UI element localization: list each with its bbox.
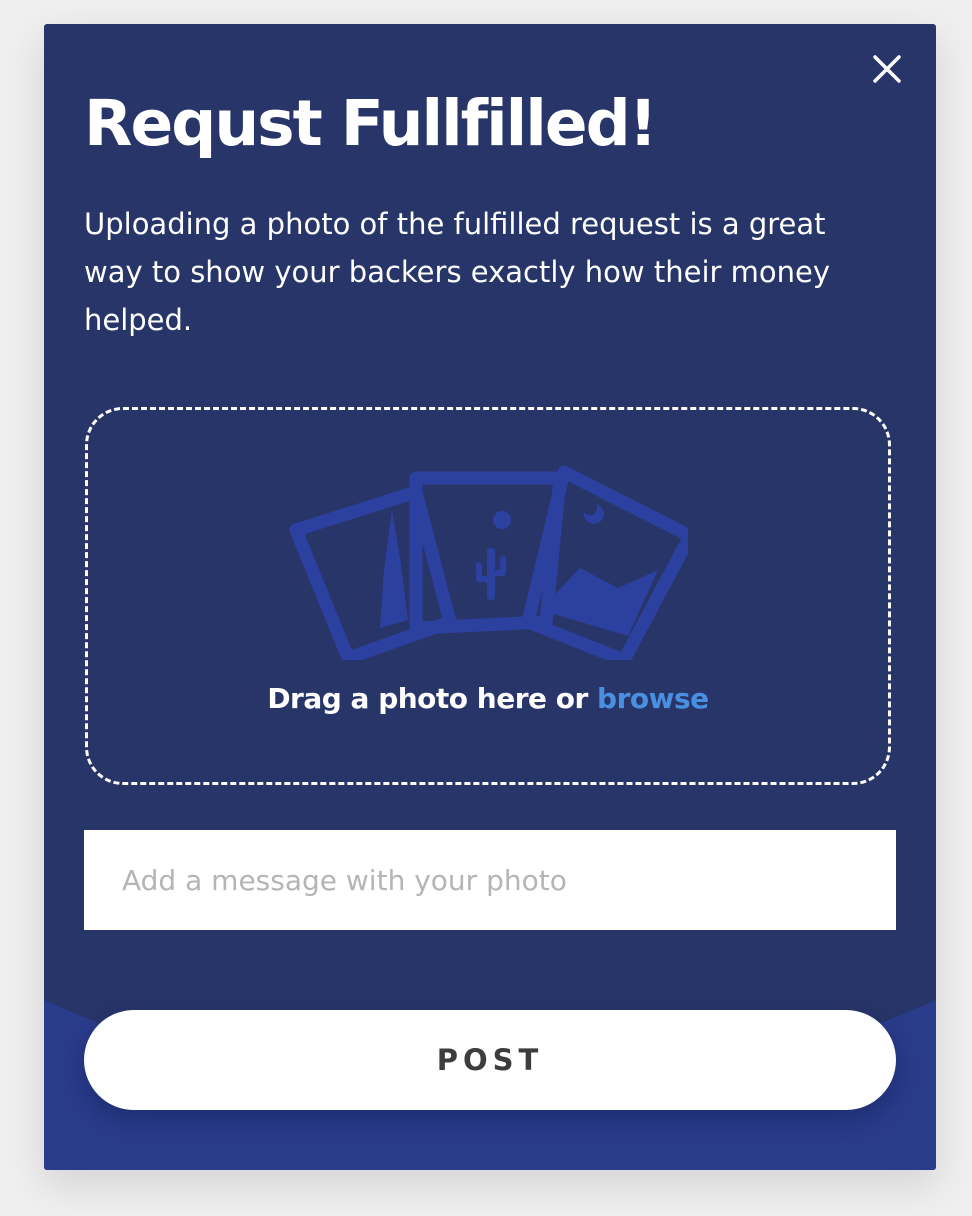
photos-icon xyxy=(289,465,688,660)
dropzone-text: Drag a photo here or xyxy=(267,682,598,715)
modal-description: Uploading a photo of the fulfilled reque… xyxy=(84,207,831,337)
dropzone-label: Drag a photo here or browse xyxy=(88,682,888,715)
photo-dropzone[interactable]: Drag a photo here or browse xyxy=(85,407,891,785)
fulfill-request-modal: Requst Fullfilled! Uploading a photo of … xyxy=(44,24,936,1170)
modal-title: Requst Fullfilled! xyxy=(84,87,657,160)
close-button[interactable] xyxy=(870,52,904,86)
close-icon xyxy=(873,55,901,83)
browse-link[interactable]: browse xyxy=(597,682,709,715)
message-input[interactable] xyxy=(84,830,896,930)
post-button[interactable]: POST xyxy=(84,1010,896,1110)
